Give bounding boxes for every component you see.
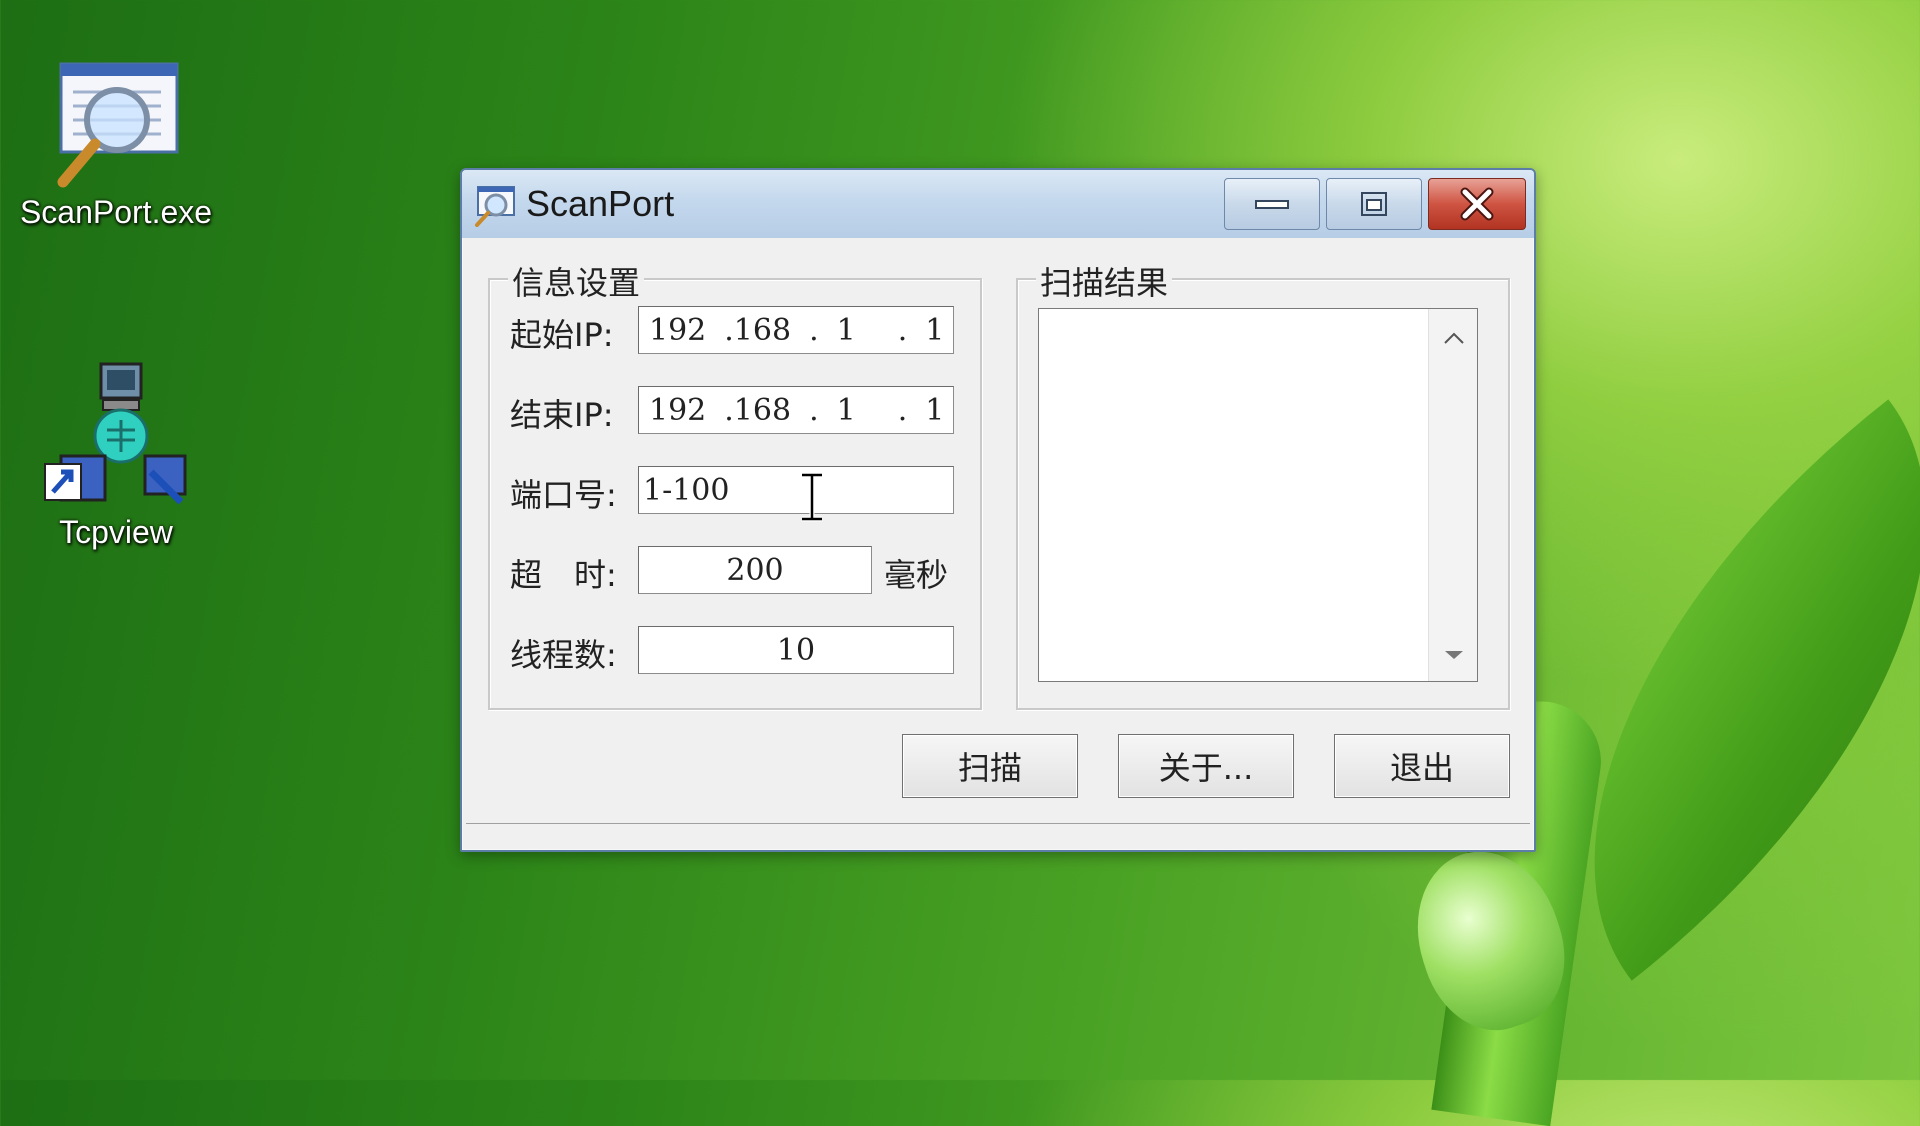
scroll-down-icon[interactable] [1443,649,1465,661]
end-ip-label: 结束IP: [510,396,614,434]
start-ip-input[interactable]: 192 .168 . 1 . 1 [638,306,954,354]
port-label: 端口号: [510,476,617,514]
threads-input[interactable]: 10 [638,626,954,674]
ip-octet: 1 [925,392,945,428]
app-icon [475,186,515,227]
maximize-button[interactable] [1326,178,1422,230]
ip-octet: .168 [724,392,792,428]
results-scrollbar[interactable] [1428,309,1477,681]
threads-label: 线程数: [510,636,617,674]
timeout-value: 200 [726,552,784,588]
close-button[interactable] [1428,178,1526,230]
threads-value: 10 [776,632,816,668]
desktop-icon-label: Tcpview [59,514,173,550]
results-list[interactable] [1038,308,1478,682]
status-bar [466,823,1530,846]
ip-dot: . [809,312,819,348]
desktop-icon-label: ScanPort.exe [19,194,213,230]
close-icon [1460,187,1494,221]
magnifier-window-icon [57,62,179,188]
network-shortcut-icon [44,362,187,505]
results-group-title: 扫描结果 [1036,258,1173,304]
window-title: ScanPort [526,183,675,224]
title-bar[interactable]: ScanPort [462,170,1534,238]
ip-octet: 1 [925,312,945,348]
scan-button[interactable]: 扫描 [902,734,1078,798]
minimize-button[interactable] [1224,178,1320,230]
desktop-icon-scanport[interactable]: ScanPort.exe [6,58,226,231]
ip-octet: .168 [724,312,792,348]
port-input[interactable]: 1-100 [638,466,954,514]
end-ip-input[interactable]: 192 .168 . 1 . 1 [638,386,954,434]
minimize-icon [1255,200,1289,209]
ip-octet: 192 [649,312,707,348]
start-ip-label: 起始IP: [510,316,614,354]
port-value: 1-100 [643,472,730,508]
text-cursor-icon [802,472,822,522]
ip-dot: . [897,392,908,428]
maximize-icon [1361,192,1387,216]
timeout-unit: 毫秒 [884,556,949,594]
ip-dot: . [897,312,908,348]
ip-octet: 1 [836,312,856,348]
timeout-label: 超 时: [510,556,617,594]
timeout-input[interactable]: 200 [638,546,872,594]
exit-button[interactable]: 退出 [1334,734,1510,798]
ip-octet: 1 [836,392,856,428]
settings-group-title: 信息设置 [508,258,645,304]
about-button[interactable]: 关于... [1118,734,1294,798]
scanport-window: ScanPort 信息设置 起始IP: 192 .168 . 1 . 1 结束I… [460,168,1536,852]
scroll-up-icon[interactable] [1443,331,1465,345]
desktop-icon-tcpview[interactable]: Tcpview [6,360,226,551]
ip-dot: . [809,392,819,428]
ip-octet: 192 [649,392,707,428]
